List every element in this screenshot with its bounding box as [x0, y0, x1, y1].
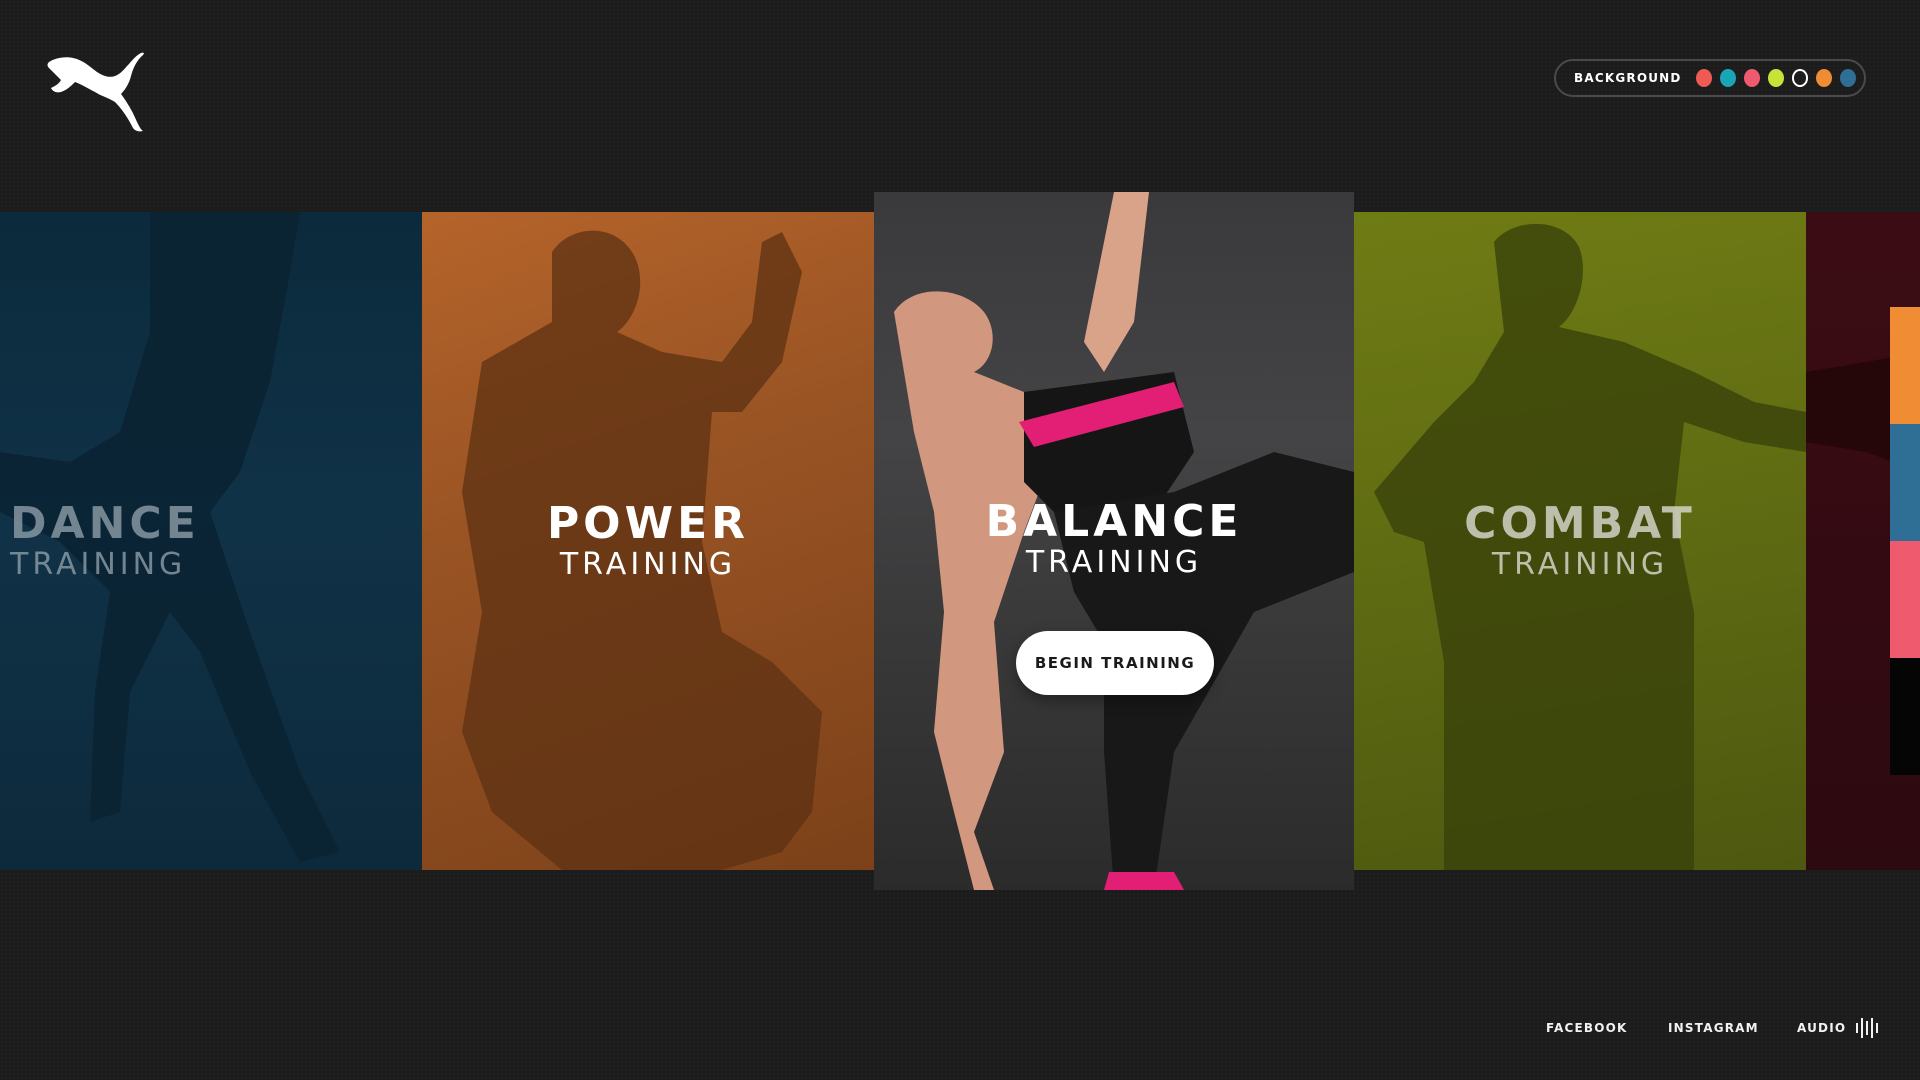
card-subtitle: TRAINING [1491, 547, 1669, 582]
swatch-lime[interactable] [1767, 69, 1784, 87]
swatch-coral[interactable] [1695, 69, 1712, 87]
card-title: POWER [546, 498, 750, 549]
card-title: BALANCE [985, 496, 1243, 547]
strip-pink [1890, 541, 1920, 658]
strip-blue [1890, 424, 1920, 541]
card-subtitle: TRAINING [1025, 545, 1203, 580]
facebook-link[interactable]: FACEBOOK [1546, 1018, 1628, 1038]
card-power-training[interactable]: POWER TRAINING [422, 212, 874, 870]
audio-label: AUDIO [1797, 1021, 1847, 1035]
instagram-link[interactable]: INSTAGRAM [1668, 1018, 1759, 1038]
puma-cat-logo-icon [47, 52, 144, 132]
puma-logo[interactable] [45, 46, 155, 132]
background-color-picker: BACKGROUND [1554, 59, 1866, 97]
strip-orange [1890, 307, 1920, 424]
swatch-orange[interactable] [1816, 69, 1833, 87]
swatch-teal[interactable] [1719, 69, 1736, 87]
swatch-blue[interactable] [1840, 69, 1857, 87]
background-label: BACKGROUND [1574, 71, 1682, 85]
swatch-pink[interactable] [1743, 69, 1760, 87]
card-title: DANCE [10, 498, 200, 549]
card-balance-training-active[interactable]: BALANCE TRAINING BEGIN TRAINING [874, 192, 1354, 890]
audio-bars-icon [1856, 1018, 1881, 1038]
card-subtitle: TRAINING [559, 547, 737, 582]
strip-black [1890, 658, 1920, 775]
card-combat-training[interactable]: COMBAT TRAINING [1354, 212, 1806, 870]
background-color-strip [1890, 307, 1920, 775]
swatch-dark-selected[interactable] [1791, 69, 1809, 87]
audio-toggle[interactable]: AUDIO [1797, 1018, 1881, 1038]
card-subtitle: TRAINING [10, 547, 187, 582]
begin-training-button[interactable]: BEGIN TRAINING [1016, 631, 1214, 695]
card-title: COMBAT [1464, 498, 1696, 549]
card-dance-training[interactable]: DANCE TRAINING [0, 212, 422, 870]
